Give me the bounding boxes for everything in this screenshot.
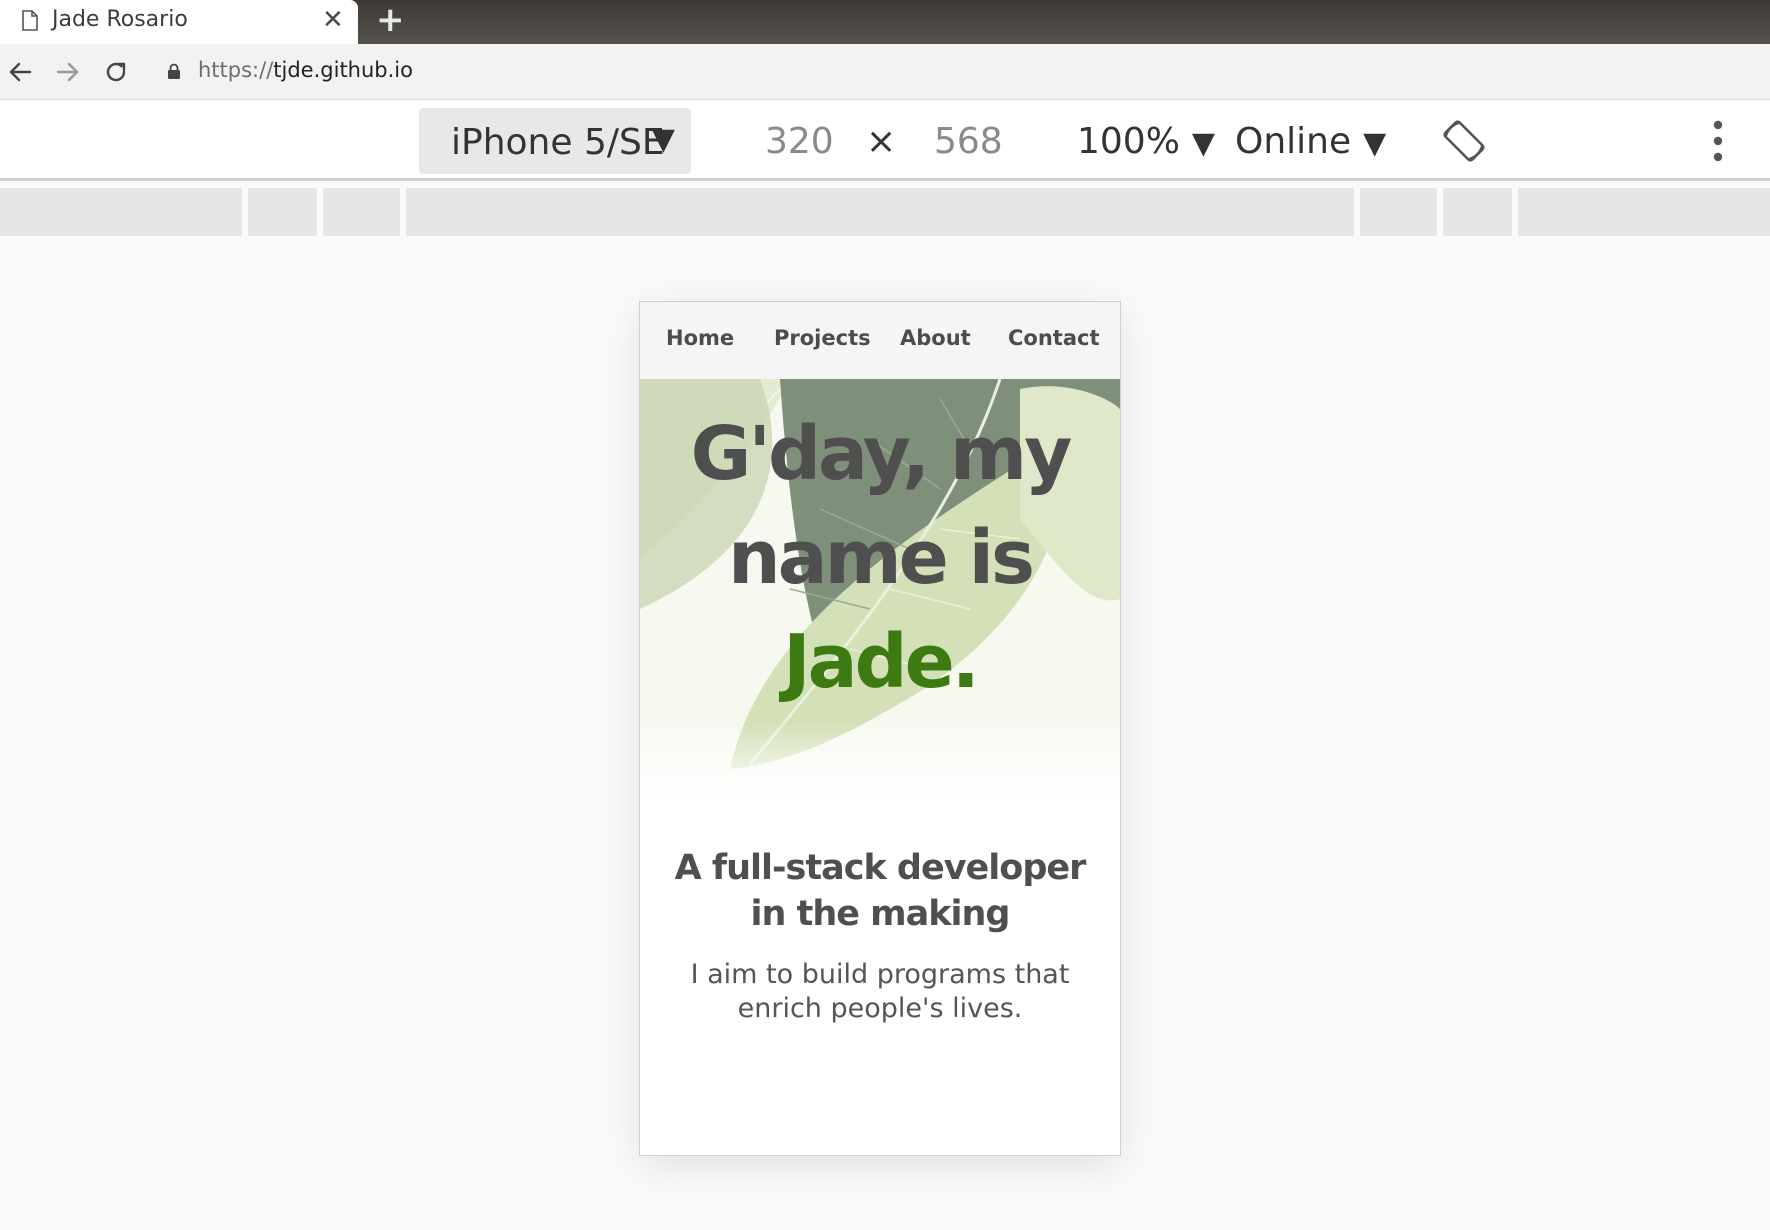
reload-icon[interactable] xyxy=(100,56,132,88)
network-value: Online xyxy=(1235,121,1352,162)
hero-line-2: name is xyxy=(727,515,1035,601)
media-query-segment[interactable] xyxy=(1360,188,1437,236)
media-query-bar xyxy=(0,188,1770,236)
site-nav: Home Projects About Contact xyxy=(640,302,1120,379)
url-text: https://tjde.github.io xyxy=(198,58,413,82)
address-bar[interactable]: https://tjde.github.io xyxy=(150,50,1770,94)
nav-home-link[interactable]: Home xyxy=(666,326,734,350)
rotate-icon[interactable] xyxy=(1441,118,1487,164)
device-dropdown-icon: ▼ xyxy=(651,122,675,157)
media-query-segment[interactable] xyxy=(248,188,317,236)
browser-tab[interactable]: Jade Rosario ✕ xyxy=(0,0,358,44)
device-viewport: Home Projects About Contact G'day, my na xyxy=(639,301,1121,1156)
url-host: tjde.github.io xyxy=(273,58,413,82)
zoom-dropdown-icon: ▼ xyxy=(1191,126,1215,161)
more-options-icon[interactable] xyxy=(1708,117,1728,165)
subtitle: A full-stack developer in the making xyxy=(640,845,1120,937)
network-dropdown-icon: ▼ xyxy=(1363,126,1387,161)
device-toolbar: iPhone 5/SE ▼ 320 × 568 100% ▼ Online ▼ xyxy=(0,101,1770,181)
media-query-segment[interactable] xyxy=(323,188,400,236)
device-name: iPhone 5/SE xyxy=(451,122,665,163)
viewport-height-input[interactable]: 568 xyxy=(934,121,1003,162)
tab-title: Jade Rosario xyxy=(52,7,188,32)
zoom-select[interactable]: 100% ▼ xyxy=(1077,121,1215,162)
url-scheme: https:// xyxy=(198,58,274,82)
network-select[interactable]: Online ▼ xyxy=(1235,121,1386,162)
tagline: I aim to build programs that enrich peop… xyxy=(690,959,1070,1024)
tab-strip: Jade Rosario ✕ + xyxy=(0,0,1770,44)
subtitle-line-1: A full-stack developer xyxy=(674,848,1087,888)
close-tab-icon[interactable]: ✕ xyxy=(322,5,344,35)
nav-about-link[interactable]: About xyxy=(900,326,971,350)
media-query-segment[interactable] xyxy=(0,188,242,236)
viewport-width-input[interactable]: 320 xyxy=(765,121,834,162)
media-query-segment[interactable] xyxy=(1518,188,1770,236)
hero-line-1: G'day, my xyxy=(690,411,1073,497)
subtitle-line-2: in the making xyxy=(750,894,1010,934)
nav-contact-link[interactable]: Contact xyxy=(1008,326,1100,350)
browser-toolbar: https://tjde.github.io xyxy=(0,44,1770,100)
new-tab-button[interactable]: + xyxy=(376,2,405,38)
back-icon[interactable] xyxy=(4,56,36,88)
forward-icon[interactable] xyxy=(52,56,84,88)
nav-projects-link[interactable]: Projects xyxy=(774,326,871,350)
media-query-segment[interactable] xyxy=(1443,188,1512,236)
device-select[interactable]: iPhone 5/SE ▼ xyxy=(419,108,691,174)
lock-icon xyxy=(168,63,180,79)
media-query-segment[interactable] xyxy=(406,188,1354,236)
dimension-separator: × xyxy=(866,121,897,162)
zoom-value: 100% xyxy=(1077,121,1180,162)
hero-name: Jade. xyxy=(783,619,980,705)
hero-heading: G'day, my name is Jade. xyxy=(640,402,1120,714)
document-icon xyxy=(22,10,38,31)
